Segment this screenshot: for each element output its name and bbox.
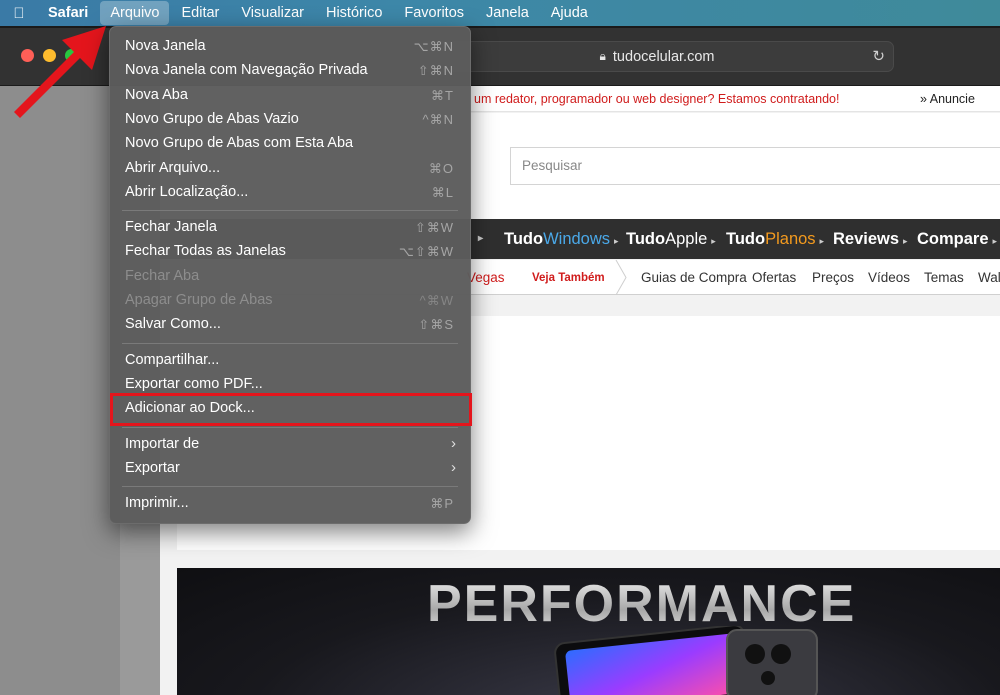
menu-item-shortcut: ⌥⇧⌘W [398, 244, 454, 260]
nav-tudoapple[interactable]: TudoApple ▸ [626, 219, 716, 259]
performance-banner[interactable]: PERFORMANCE [177, 568, 1000, 695]
subnav-videos[interactable]: Vídeos [868, 270, 910, 285]
veja-tambem-label: Veja Também [532, 272, 605, 284]
nav-arrow-icon: ▸ [992, 236, 998, 246]
menu-item-nova-aba[interactable]: Nova Aba ⌘T [110, 84, 470, 108]
subnav-precos[interactable]: Preços [812, 270, 854, 285]
menu-item-exportar[interactable]: Exportar › [110, 457, 470, 481]
highlight-annotation-box [110, 393, 472, 426]
menu-item-shortcut: ^⌘W [419, 293, 454, 308]
nav-label: Reviews [833, 230, 900, 248]
anuncie-link[interactable]: » Anuncie [920, 92, 975, 106]
menu-item-label: Fechar Aba [125, 267, 200, 284]
menu-favoritos[interactable]: Favoritos [394, 1, 474, 25]
subnav-temas[interactable]: Temas [924, 270, 964, 285]
menu-item-shortcut: ⇧⌘W [414, 220, 454, 236]
red-arrow-annotation [14, 26, 106, 118]
menu-item-shortcut: ⇧⌘N [417, 63, 454, 79]
nav-arrow-icon: ▸ [819, 236, 825, 246]
subnav-guias[interactable]: Guias de Compra [641, 270, 747, 285]
menu-item-shortcut: ^⌘N [422, 111, 454, 127]
nav-tudowindows[interactable]: TudoWindows ▸ [504, 219, 619, 259]
nav-label: Tudo [626, 230, 666, 248]
menu-item-label: Imprimir... [125, 495, 189, 512]
nav-label-accent: Apple [665, 230, 708, 248]
recruit-link[interactable]: um redator, programador ou web designer?… [474, 92, 840, 106]
menu-item-label: Abrir Localização... [125, 183, 249, 200]
menu-separator [122, 426, 458, 428]
menu-item-abrir-localizacao[interactable]: Abrir Localização... ⌘L [110, 181, 470, 205]
lock-icon: 🔒︎ [599, 49, 606, 63]
address-bar[interactable]: 🔒︎ tudocelular.com ↻ [420, 41, 894, 72]
nav-label-accent: Windows [543, 230, 611, 248]
nav-label: Tudo [726, 230, 766, 248]
menu-item-label: Fechar Todas as Janelas [125, 243, 286, 260]
menu-item-label: Fechar Janela [125, 219, 217, 236]
menu-item-label: Compartilhar... [125, 351, 220, 368]
nav-label: Tudo [504, 230, 544, 248]
subnav-wall[interactable]: Wall [978, 270, 1000, 285]
menu-item-label: Apagar Grupo de Abas [125, 292, 273, 308]
menu-item-importar-de[interactable]: Importar de › [110, 433, 470, 457]
menu-item-fechar-janela[interactable]: Fechar Janela ⇧⌘W [110, 216, 470, 240]
menu-item-novo-grupo-de-abas-com-esta-aba[interactable]: Novo Grupo de Abas com Esta Aba [110, 132, 470, 156]
menu-ajuda[interactable]: Ajuda [541, 1, 598, 25]
menu-visualizar[interactable]: Visualizar [231, 1, 314, 25]
menu-item-shortcut: ⌘O [428, 160, 454, 176]
subnav-ofertas[interactable]: Ofertas [752, 270, 796, 285]
menu-item-label: Importar de [125, 435, 200, 452]
menu-bar:  Safari Arquivo Editar Visualizar Histó… [0, 0, 1000, 26]
menu-item-label: Novo Grupo de Abas com Esta Aba [125, 135, 354, 152]
nav-compare[interactable]: Compare ▸ [917, 219, 997, 259]
chevron-divider-icon [615, 260, 627, 295]
chevron-right-icon: › [451, 434, 456, 452]
banner-title: PERFORMANCE [427, 575, 857, 633]
search-input[interactable]: Pesquisar [510, 147, 1000, 185]
menu-historico[interactable]: Histórico [316, 1, 392, 25]
menu-separator [122, 486, 458, 488]
menu-item-shortcut: ⌥⌘N [413, 39, 454, 54]
menu-editar[interactable]: Editar [171, 1, 229, 25]
tablet-image [554, 626, 818, 695]
nav-reviews[interactable]: Reviews ▸ [833, 219, 908, 259]
menu-item-novo-grupo-de-abas-vazio[interactable]: Novo Grupo de Abas Vazio ^⌘N [110, 108, 470, 132]
menu-item-compartilhar[interactable]: Compartilhar... [110, 349, 470, 373]
address-url: tudocelular.com [612, 48, 715, 65]
menu-item-shortcut: ⌘L [431, 184, 454, 200]
menu-item-label: Novo Grupo de Abas Vazio [125, 110, 299, 127]
menu-separator [122, 342, 458, 344]
nav-tudoplanos[interactable]: TudoPlanos ▸ [726, 219, 824, 259]
menu-janela[interactable]: Janela [476, 1, 539, 25]
menu-item-nova-janela[interactable]: Nova Janela ⌥⌘N [110, 35, 470, 59]
subnav-vegas[interactable]: Vegas [467, 270, 505, 285]
menu-separator [122, 210, 458, 212]
reload-icon[interactable]: ↻ [872, 47, 885, 65]
menu-item-label: Nova Aba [125, 86, 188, 103]
menu-item-fechar-todas-as-janelas[interactable]: Fechar Todas as Janelas ⌥⇧⌘W [110, 240, 470, 264]
nav-arrow-icon: ▸ [903, 236, 908, 246]
menu-item-abrir-arquivo[interactable]: Abrir Arquivo... ⌘O [110, 157, 470, 181]
chevron-right-icon: › [451, 458, 456, 476]
menu-item-apagar-grupo-de-abas: Apagar Grupo de Abas ^⌘W [110, 289, 470, 313]
menu-item-imprimir[interactable]: Imprimir... ⌘P [110, 492, 470, 516]
menu-item-shortcut: ⌘P [430, 496, 454, 512]
menu-item-shortcut: ⇧⌘S [418, 317, 454, 333]
menu-item-label: Nova Janela com Navegação Privada [125, 62, 368, 79]
nav-label: Compare [917, 230, 989, 248]
menu-item-label: Nova Janela [125, 38, 206, 54]
menu-item-shortcut: ⌘T [431, 87, 454, 103]
nav-arrow-icon: ▸ [711, 236, 716, 246]
menu-item-salvar-como[interactable]: Salvar Como... ⇧⌘S [110, 313, 470, 337]
sidebar [0, 86, 120, 695]
nav-label-accent: Planos [765, 230, 816, 248]
menu-item-label: Salvar Como... [125, 316, 221, 333]
menu-item-label: Abrir Arquivo... [125, 159, 221, 176]
menu-item-label: Exportar [125, 459, 180, 476]
menu-item-nova-janela-com-navegacao-privada[interactable]: Nova Janela com Navegação Privada ⇧⌘N [110, 59, 470, 83]
nav-arrow-icon: ▸ [478, 233, 484, 244]
menu-item-fechar-aba: Fechar Aba [110, 265, 470, 289]
nav-arrow-icon: ▸ [614, 236, 619, 246]
arquivo-dropdown-menu: Nova Janela ⌥⌘N Nova Janela com Navegação … [109, 26, 471, 524]
menu-item-label: Exportar como PDF... [125, 375, 263, 392]
